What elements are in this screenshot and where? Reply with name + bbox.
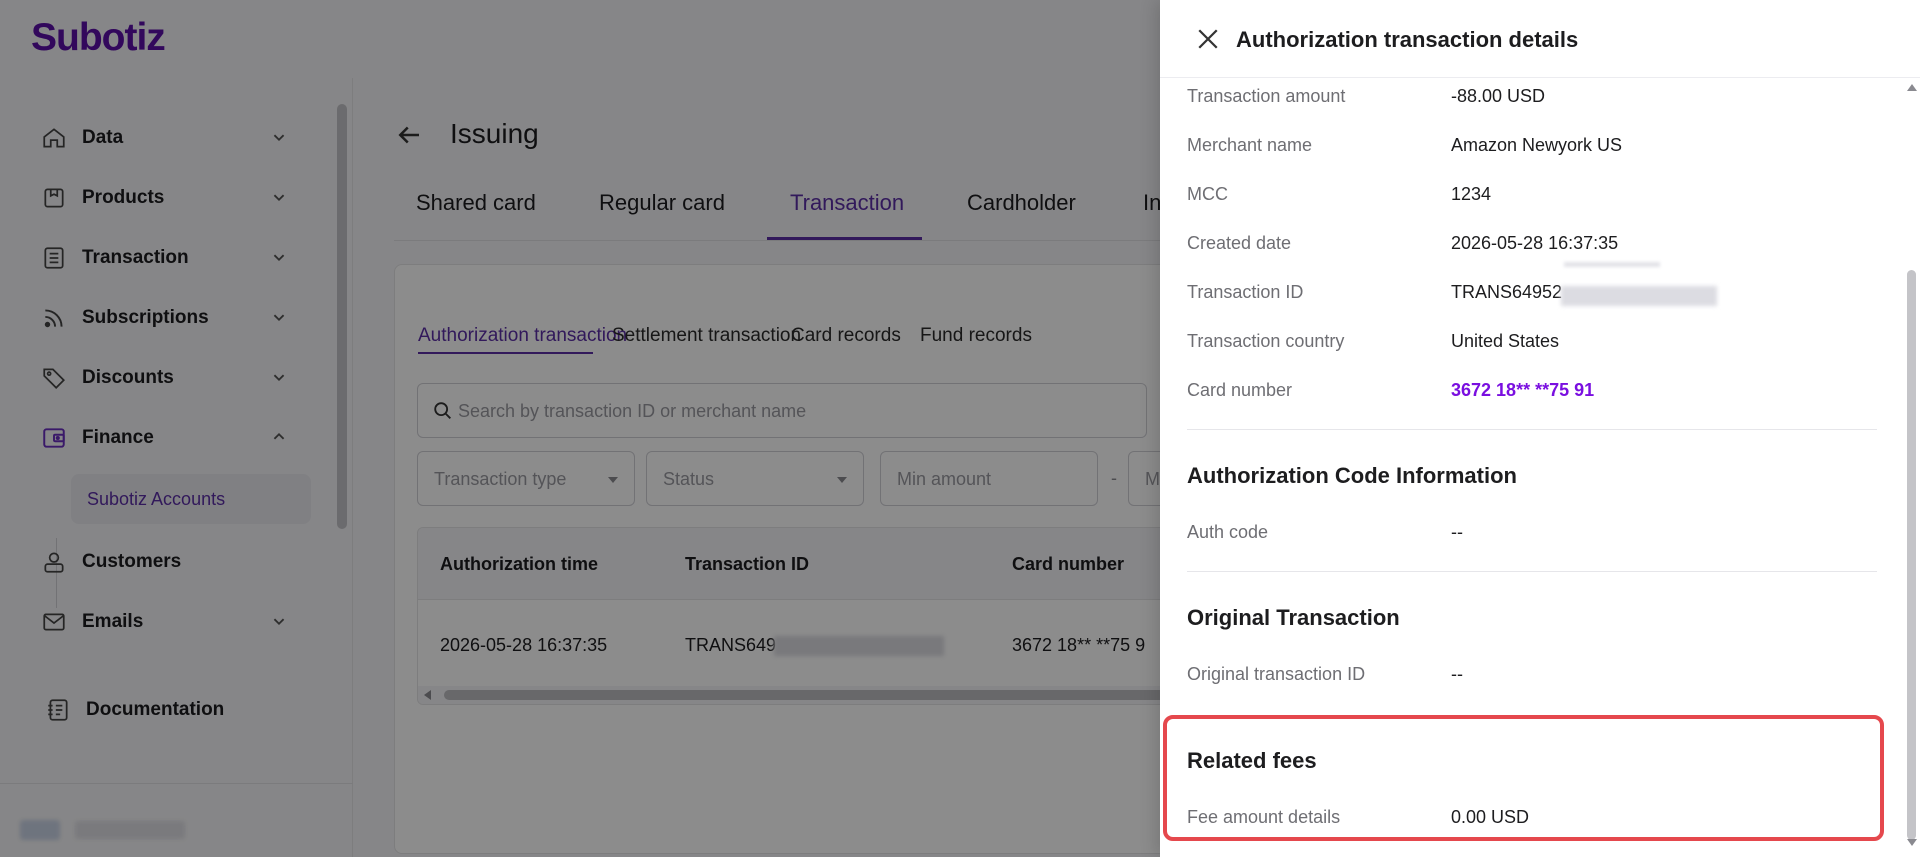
redacted-mark (1564, 262, 1660, 267)
detail-label: Transaction country (1187, 331, 1345, 351)
detail-value: Amazon Newyork US (1451, 135, 1623, 155)
drawer-header: Authorization transaction details (1160, 0, 1920, 78)
detail-value: 1234 (1451, 184, 1492, 204)
section-title: Related fees (1187, 748, 1317, 773)
modal-backdrop[interactable] (0, 0, 1160, 857)
scroll-up-arrow[interactable] (1907, 84, 1917, 91)
detail-value: -- (1451, 664, 1463, 684)
detail-label: Merchant name (1187, 135, 1313, 155)
detail-value: United States (1451, 331, 1560, 351)
detail-value: -88.00 USD (1451, 86, 1546, 106)
detail-value: 2026-05-28 16:37:35 (1451, 233, 1619, 253)
detail-label: Transaction ID (1187, 282, 1304, 302)
detail-label: Auth code (1187, 522, 1269, 542)
scroll-down-arrow[interactable] (1907, 839, 1917, 846)
drawer-scrollbar[interactable] (1902, 78, 1920, 857)
close-icon[interactable] (1193, 24, 1223, 54)
detail-label: MCC (1187, 184, 1228, 204)
detail-label: Original transaction ID (1187, 664, 1366, 684)
section-title: Authorization Code Information (1187, 463, 1517, 488)
redacted-id (1561, 286, 1717, 306)
card-number-link[interactable]: 3672 18** **75 91 (1451, 380, 1594, 401)
detail-label: Transaction amount (1187, 86, 1346, 106)
drawer-title: Authorization transaction details (1236, 27, 1579, 52)
detail-label: Created date (1187, 233, 1292, 253)
section-divider (1187, 429, 1877, 430)
section-title: Original Transaction (1187, 605, 1400, 630)
detail-value: 0.00 USD (1451, 807, 1530, 827)
scroll-thumb[interactable] (1907, 270, 1916, 840)
section-divider (1187, 571, 1877, 572)
detail-label: Fee amount details (1187, 807, 1341, 827)
details-drawer: Authorization transaction details Transa… (1160, 0, 1920, 857)
detail-value: TRANS64952 (1451, 282, 1563, 302)
detail-label: Card number (1187, 380, 1293, 400)
detail-value: -- (1451, 522, 1463, 542)
